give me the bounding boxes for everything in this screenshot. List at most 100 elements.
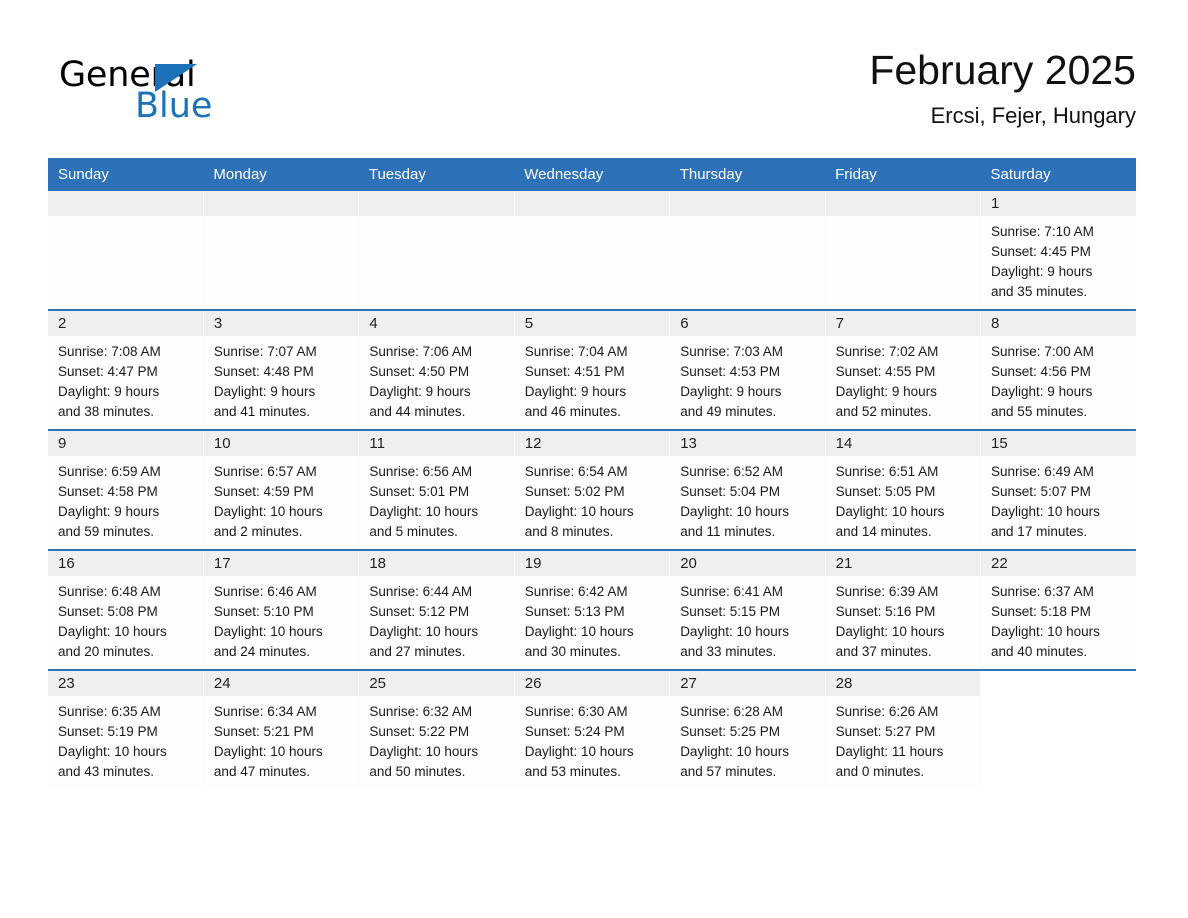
day-sun-info: Sunrise: 6:48 AM Sunset: 5:08 PM Daylight:… [48,576,203,662]
day-number: 26 [514,671,670,696]
day-number: 23 [48,671,203,696]
day-number: 24 [203,671,359,696]
calendar-day-cell[interactable]: 24 Sunrise: 6:34 AM Sunset: 5:21 PM Dayligh… [203,669,360,789]
calendar-day-cell[interactable]: 6 Sunrise: 7:03 AM Sunset: 4:53 PM Daylight… [669,309,826,430]
calendar-day-cell[interactable]: 28 Sunrise: 6:26 AM Sunset: 5:27 PM Dayligh… [825,669,982,789]
day-info-sunrise: Sunrise: 7:08 AM [58,344,161,359]
day-sun-info: Sunrise: 6:39 AM Sunset: 5:16 PM Daylight:… [826,576,980,662]
day-info-sunrise: Sunrise: 6:57 AM [213,464,317,479]
day-info-daylight2: and 43 minutes. [58,764,155,779]
day-info-sunrise: Sunrise: 7:10 AM [991,224,1094,239]
calendar-day-cell[interactable]: 27 Sunrise: 6:28 AM Sunset: 5:25 PM Dayligh… [669,669,826,789]
calendar-day-cell[interactable]: 4 Sunrise: 7:06 AM Sunset: 4:50 PM Daylight… [358,309,515,430]
calendar-page: General Blue February 2025 Ercsi, Fejer,… [0,0,1188,918]
day-sun-info: Sunrise: 6:30 AM Sunset: 5:24 PM Daylight:… [515,696,669,782]
day-info-sunrise: Sunrise: 6:51 AM [835,464,939,479]
weekday-header-wednesday: Wednesday [514,158,670,191]
day-number: 12 [514,431,670,456]
day-number: 25 [359,671,514,696]
day-info-sunset: Sunset: 5:24 PM [524,724,625,739]
day-info-daylight1: Daylight: 10 hours [369,744,479,759]
day-sun-info: Sunrise: 6:34 AM Sunset: 5:21 PM Daylight:… [204,696,358,782]
day-info-daylight2: and 0 minutes. [835,764,925,779]
day-info-daylight2: and 57 minutes. [680,764,777,779]
day-info-sunset: Sunset: 5:10 PM [213,604,314,619]
calendar-day-cell[interactable]: 25 Sunrise: 6:32 AM Sunset: 5:22 PM Dayligh… [358,669,515,789]
day-info-sunset: Sunset: 5:25 PM [680,724,780,739]
day-number: 18 [359,551,514,576]
calendar-day-cell[interactable]: 12 Sunrise: 6:54 AM Sunset: 5:02 PM Dayligh… [514,429,671,550]
day-info-daylight2: and 53 minutes. [524,764,621,779]
calendar-day-cell[interactable]: 9 Sunrise: 6:59 AM Sunset: 4:58 PM Daylight… [48,429,204,550]
day-info-sunset: Sunset: 5:07 PM [991,484,1091,499]
calendar-day-cell[interactable]: 13 Sunrise: 6:52 AM Sunset: 5:04 PM Dayligh… [669,429,826,550]
calendar-day-cell[interactable]: 20 Sunrise: 6:41 AM Sunset: 5:15 PM Dayligh… [669,549,826,670]
calendar-day-cell[interactable]: 21 Sunrise: 6:39 AM Sunset: 5:16 PM Dayligh… [825,549,982,670]
day-info-sunset: Sunset: 4:59 PM [213,484,314,499]
day-info-sunrise: Sunrise: 6:44 AM [369,584,473,599]
day-info-daylight2: and 17 minutes. [991,524,1088,539]
day-info-daylight1: Daylight: 10 hours [835,624,945,639]
day-info-sunrise: Sunrise: 6:26 AM [835,704,939,719]
calendar-day-cell[interactable]: 7 Sunrise: 7:02 AM Sunset: 4:55 PM Daylight… [825,309,982,430]
calendar-day-cell[interactable]: 15 Sunrise: 6:49 AM Sunset: 5:07 PM Dayligh… [980,429,1136,550]
calendar-day-cell[interactable]: 16 Sunrise: 6:48 AM Sunset: 5:08 PM Dayligh… [48,549,204,670]
calendar-day-cell[interactable]: 8 Sunrise: 7:00 AM Sunset: 4:56 PM Daylight… [980,309,1136,430]
calendar-day-cell[interactable]: 1 Sunrise: 7:10 AM Sunset: 4:45 PM Daylight… [980,191,1136,310]
day-info-sunset: Sunset: 5:08 PM [58,604,158,619]
calendar-day-cell[interactable]: 22 Sunrise: 6:37 AM Sunset: 5:18 PM Dayligh… [980,549,1136,670]
calendar-day-cell[interactable]: 17 Sunrise: 6:46 AM Sunset: 5:10 PM Dayligh… [203,549,360,670]
day-info-sunset: Sunset: 4:53 PM [680,364,780,379]
calendar-day-cell[interactable]: 26 Sunrise: 6:30 AM Sunset: 5:24 PM Dayligh… [514,669,671,789]
day-info-daylight2: and 59 minutes. [58,524,155,539]
day-info-daylight1: Daylight: 9 hours [58,384,160,399]
calendar-day-cell[interactable]: 3 Sunrise: 7:07 AM Sunset: 4:48 PM Daylight… [203,309,360,430]
calendar-day-cell[interactable]: 23 Sunrise: 6:35 AM Sunset: 5:19 PM Dayligh… [48,669,204,789]
calendar-day-cell[interactable]: 18 Sunrise: 6:44 AM Sunset: 5:12 PM Dayligh… [358,549,515,670]
day-info-daylight2: and 44 minutes. [369,404,466,419]
day-sun-info: Sunrise: 7:06 AM Sunset: 4:50 PM Daylight:… [359,336,513,422]
day-info-daylight1: Daylight: 10 hours [524,744,634,759]
calendar-day-cell[interactable]: 19 Sunrise: 6:42 AM Sunset: 5:13 PM Dayligh… [514,549,671,670]
day-number: 16 [48,551,203,576]
day-info-sunrise: Sunrise: 6:41 AM [680,584,783,599]
day-sun-info: Sunrise: 6:57 AM Sunset: 4:59 PM Daylight:… [204,456,358,542]
day-info-sunrise: Sunrise: 6:35 AM [58,704,161,719]
day-info-sunset: Sunset: 5:02 PM [524,484,625,499]
day-sun-info: Sunrise: 7:03 AM Sunset: 4:53 PM Daylight:… [670,336,824,422]
day-info-daylight1: Daylight: 10 hours [680,744,789,759]
day-info-sunrise: Sunrise: 6:52 AM [680,464,783,479]
day-sun-info: Sunrise: 6:41 AM Sunset: 5:15 PM Daylight:… [670,576,824,662]
day-info-sunset: Sunset: 5:27 PM [835,724,936,739]
day-number: 10 [203,431,359,456]
calendar-cell-empty [203,191,360,310]
day-info-daylight2: and 50 minutes. [369,764,466,779]
day-info-daylight1: Daylight: 11 hours [835,744,944,759]
calendar-cell-empty [514,191,671,310]
weekday-header-row: Sunday Monday Tuesday Wednesday Thursday… [48,158,1136,191]
calendar-day-cell[interactable]: 2 Sunrise: 7:08 AM Sunset: 4:47 PM Daylight… [48,309,204,430]
day-info-daylight2: and 5 minutes. [369,524,458,539]
day-number: 27 [670,671,825,696]
day-info-daylight2: and 55 minutes. [991,404,1088,419]
page-subtitle: Ercsi, Fejer, Hungary [930,103,1136,128]
day-info-daylight1: Daylight: 10 hours [524,624,634,639]
day-info-daylight1: Daylight: 9 hours [524,384,627,399]
day-number: 17 [203,551,359,576]
general-blue-logo[interactable]: General Blue [59,56,319,128]
day-sun-info: Sunrise: 6:51 AM Sunset: 5:05 PM Daylight:… [826,456,980,542]
day-number: 11 [359,431,514,456]
day-info-daylight1: Daylight: 10 hours [58,744,167,759]
calendar-week-row: 23 Sunrise: 6:35 AM Sunset: 5:19 PM Dayligh… [48,669,1136,789]
day-info-sunrise: Sunrise: 6:59 AM [58,464,161,479]
calendar-day-cell[interactable]: 11 Sunrise: 6:56 AM Sunset: 5:01 PM Dayligh… [358,429,515,550]
calendar-day-cell[interactable]: 10 Sunrise: 6:57 AM Sunset: 4:59 PM Dayligh… [203,429,360,550]
day-info-daylight2: and 40 minutes. [991,644,1088,659]
weekday-header-thursday: Thursday [669,158,826,191]
day-info-daylight2: and 11 minutes. [680,524,776,539]
day-info-sunrise: Sunrise: 6:48 AM [58,584,161,599]
calendar-day-cell[interactable]: 5 Sunrise: 7:04 AM Sunset: 4:51 PM Daylight… [514,309,671,430]
day-info-daylight2: and 49 minutes. [680,404,777,419]
calendar-day-cell[interactable]: 14 Sunrise: 6:51 AM Sunset: 5:05 PM Dayligh… [825,429,982,550]
day-info-daylight1: Daylight: 10 hours [680,624,789,639]
